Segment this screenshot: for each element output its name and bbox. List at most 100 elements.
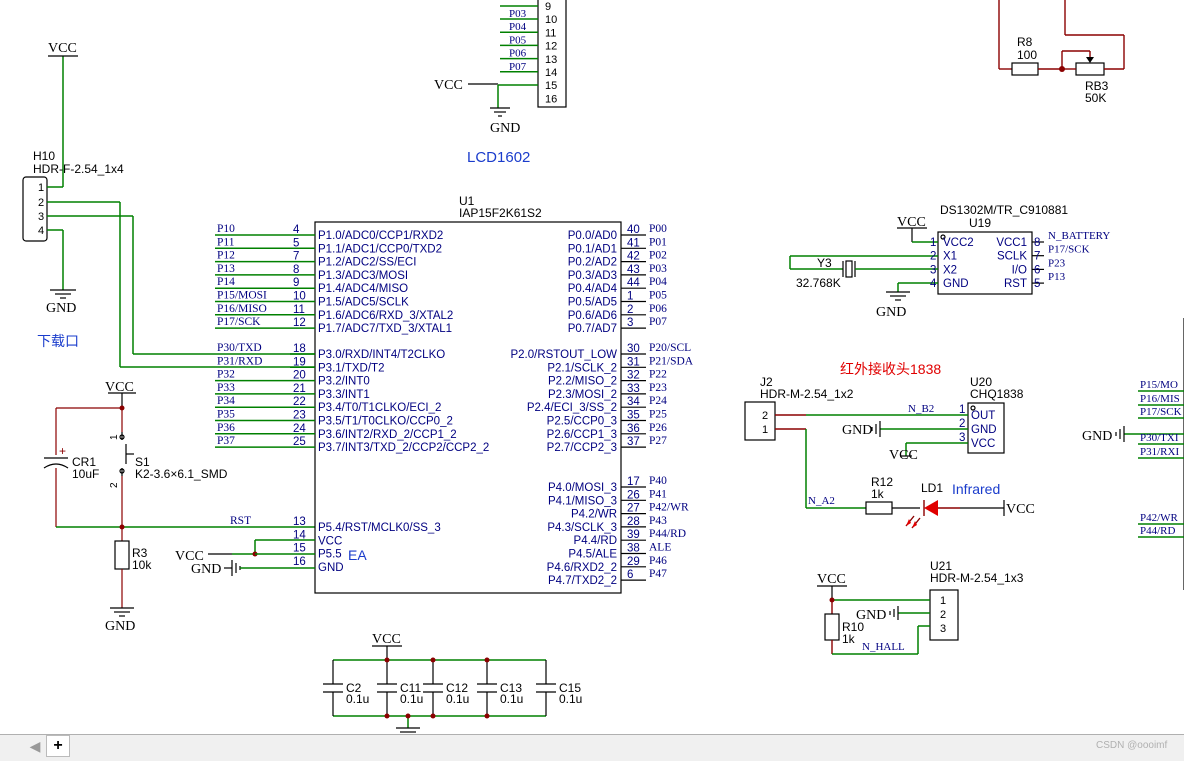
u19-ref: U19 xyxy=(969,216,991,230)
right-gnd-label: GND xyxy=(1082,429,1112,444)
u1-right-pin-name: P0.2/AD2 xyxy=(568,257,617,269)
u1-left-pin-number: 22 xyxy=(293,396,306,408)
ld1-ref: LD1 xyxy=(921,481,943,495)
lcd-pin-number: 15 xyxy=(545,80,557,92)
u1-left-net: P37 xyxy=(217,435,235,447)
right-edge-net: P31/RXI xyxy=(1140,446,1179,458)
u19-left-pin-number: 1 xyxy=(930,237,936,249)
u1-left-pin-name: GND xyxy=(318,562,344,574)
lcd-vcc-label: VCC xyxy=(434,78,463,93)
u19-right-net: N_BATTERY xyxy=(1048,230,1110,242)
u1-left-pin-name: P1.0/ADC0/CCP1/RXD2 xyxy=(318,230,443,242)
u1-left-pin-number: 24 xyxy=(293,423,306,435)
u21-pin: 3 xyxy=(940,623,946,635)
u1-right-pin-number: 35 xyxy=(627,410,640,422)
u1-right-net: P23 xyxy=(649,382,667,394)
h10-pin: 1 xyxy=(38,182,44,194)
right-edge-net: P44/RD xyxy=(1140,525,1176,537)
u20-pin-name: VCC xyxy=(971,438,995,450)
u1-right-net: P47 xyxy=(649,568,667,580)
u1-left-pin-name: P5.5 xyxy=(318,549,342,561)
u1-left-pin-number: 19 xyxy=(293,356,306,368)
u1-right-pin-number: 1 xyxy=(627,291,633,303)
u1-left-net: P36 xyxy=(217,422,235,434)
cr1-plus: + xyxy=(59,444,66,458)
u1-right-pin-name: P0.0/AD0 xyxy=(568,230,617,242)
u1-right-pin-number: 42 xyxy=(627,251,640,263)
u1-left-pin-name: P3.1/TXD/T2 xyxy=(318,362,384,374)
r8-ref: R8 xyxy=(1017,35,1033,49)
lcd-net-label: P07 xyxy=(509,61,527,73)
u20-pin-name: OUT xyxy=(971,410,995,422)
u1-left-pin-number: 11 xyxy=(293,304,305,316)
u19-right-pin-name: RST xyxy=(1004,278,1027,290)
u1-right-pin-number: 34 xyxy=(627,396,640,408)
u19-vcc-label: VCC xyxy=(897,215,926,230)
u1-right-net: P26 xyxy=(649,422,667,434)
u1-right-pin-name: P0.3/AD3 xyxy=(568,270,617,282)
u1-right-pin-name: P2.0/RSTOUT_LOW xyxy=(510,349,617,361)
u1-right-pin-number: 43 xyxy=(627,264,640,276)
u20-part: CHQ1838 xyxy=(970,387,1024,401)
u1-right-pin-number: 32 xyxy=(627,370,640,382)
u1-left-net: P30/TXD xyxy=(217,342,262,354)
rb3-val: 50K xyxy=(1085,91,1106,105)
u19-right-net: P23 xyxy=(1048,257,1066,269)
u1-right-net: P22 xyxy=(649,369,667,381)
u1-right-net: P07 xyxy=(649,316,667,328)
u19-right-pin-number: 6 xyxy=(1034,264,1040,276)
u1-gnd-label: GND xyxy=(191,562,221,577)
u1-left-pin-number: 9 xyxy=(293,277,299,289)
lcd-pin-number: 16 xyxy=(545,93,557,105)
add-sheet-button[interactable]: + xyxy=(46,735,70,757)
net-n-a2: N_A2 xyxy=(808,495,835,507)
u19-right-pin-name: I/O xyxy=(1012,264,1027,276)
u1-left-pin-name: P1.2/ADC2/SS/ECI xyxy=(318,257,416,269)
u1-right-net: P03 xyxy=(649,263,667,275)
u1-right-pin-name: P0.4/AD4 xyxy=(568,283,618,295)
y3-ref: Y3 xyxy=(817,256,832,270)
cr1-val: 10uF xyxy=(72,467,99,481)
u1-left-pin-name: P3.2/INT0 xyxy=(318,376,370,388)
right-edge-net: P15/MO xyxy=(1140,379,1178,391)
u1-right-pin-name: P4.5/ALE xyxy=(568,549,617,561)
u19-left-pin-name: VCC2 xyxy=(943,237,974,249)
u1-left-pin-number: 7 xyxy=(293,251,299,263)
u1-right-pin-name: P2.4/ECI_3/SS_2 xyxy=(527,402,617,414)
u1-right-pin-number: 6 xyxy=(627,569,633,581)
scroll-left-icon[interactable]: ◀ xyxy=(26,736,44,756)
u1-right-pin-number: 41 xyxy=(627,237,640,249)
u1-right-net: P01 xyxy=(649,236,667,248)
u1-left-net: P35 xyxy=(217,409,235,421)
u19-left-pin-number: 2 xyxy=(930,251,936,263)
j2-pin: 2 xyxy=(762,410,768,422)
lcd-pin-number: 11 xyxy=(545,27,556,39)
u1-right-pin-name: P2.2/MISO_2 xyxy=(548,376,617,388)
lcd-gnd-label: GND xyxy=(490,121,520,136)
u1-right-pin-name: P4.3/SCLK_3 xyxy=(547,522,617,534)
u1-left-pin-name: P3.4/T0/T1CLKO/ECI_2 xyxy=(318,402,441,414)
u1-right-pin-name: P4.7/TXD2_2 xyxy=(548,575,617,587)
s1-pin: 1 xyxy=(109,434,120,440)
u1-left-pin-number: 10 xyxy=(293,291,306,303)
h10-part: HDR-F-2.54_1x4 xyxy=(33,162,124,176)
u1-left-pin-number: 20 xyxy=(293,370,306,382)
u1-left-pin-number: 14 xyxy=(293,529,306,541)
u1-right-pin-number: 27 xyxy=(627,503,640,515)
u1-right-net: P40 xyxy=(649,475,667,487)
y3-val: 32.768K xyxy=(796,276,841,290)
u1-right-net: P00 xyxy=(649,223,667,235)
u1-right-pin-number: 44 xyxy=(627,277,640,289)
u1-left-net: P11 xyxy=(217,236,235,248)
u1-right-pin-number: 26 xyxy=(627,489,640,501)
u1-left-pin-name: P3.0/RXD/INT4/T2CLKO xyxy=(318,349,445,361)
u1-right-net: P25 xyxy=(649,409,667,421)
u1-right-pin-number: 36 xyxy=(627,423,640,435)
u1-right-net: P43 xyxy=(649,515,667,527)
u19-right-net: P13 xyxy=(1048,271,1066,283)
u20-pin-number: 3 xyxy=(959,432,965,444)
u1-right-pin-number: 33 xyxy=(627,383,640,395)
schematic-canvas[interactable]: LCD1602 VCC GND H10 HDR-F-2.54_1x4 1 2 3… xyxy=(0,0,1184,734)
u1-ea-label: EA xyxy=(348,547,367,563)
u1-left-net: RST xyxy=(230,515,251,527)
